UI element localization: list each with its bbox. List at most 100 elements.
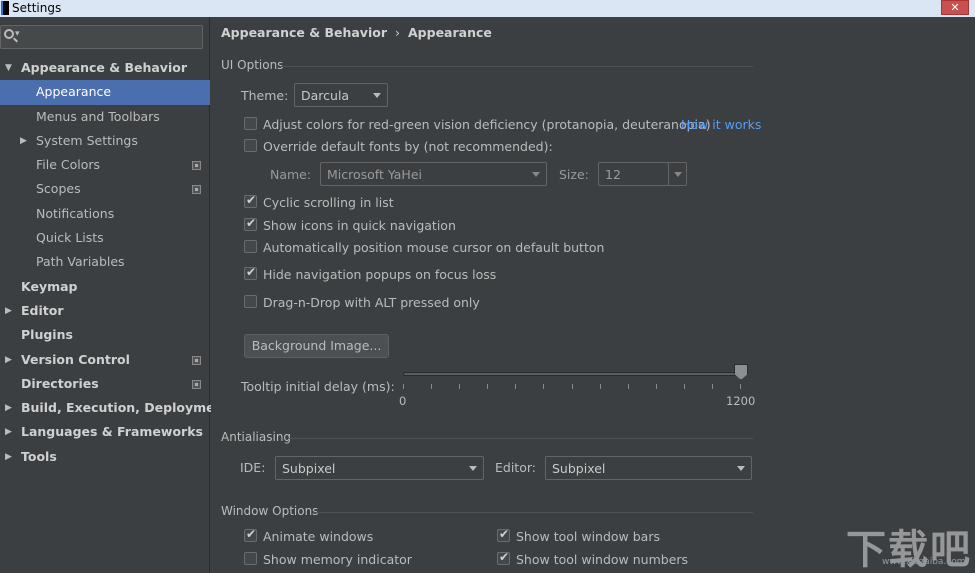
close-button[interactable]: ✕	[941, 0, 969, 15]
override-fonts-checkbox[interactable]	[244, 139, 257, 152]
sidebar-item[interactable]: Plugins	[0, 323, 210, 347]
sidebar-item[interactable]: ▶ Version Control	[0, 348, 210, 372]
window-title: Settings	[12, 1, 62, 15]
title-bar: Settings ✕	[0, 0, 975, 17]
font-name-select[interactable]: Microsoft YaHei	[320, 162, 547, 186]
show-icons-checkbox[interactable]	[244, 216, 257, 231]
search-field[interactable]: ▾	[0, 25, 203, 49]
search-input[interactable]	[25, 28, 195, 46]
chevron-right-icon[interactable]: ▶	[5, 445, 12, 469]
chevron-right-icon[interactable]: ▶	[5, 348, 12, 372]
ide-label: IDE:	[240, 460, 266, 475]
sidebar-item[interactable]: Directories	[0, 372, 210, 396]
ui-options-title: UI Options	[221, 58, 284, 72]
show-icons-label: Show icons in quick navigation	[263, 218, 456, 233]
sidebar-item-label: Directories	[21, 375, 99, 391]
sidebar-item[interactable]: ▶ Languages & Frameworks	[0, 420, 210, 444]
slider-max-label: 1200	[726, 394, 756, 408]
slider-tick	[431, 384, 433, 389]
sidebar-item-label: Appearance & Behavior	[21, 60, 187, 75]
breadcrumb: Appearance & Behavior › Appearance	[221, 25, 492, 40]
sidebar-item[interactable]: ▼ Appearance & Behavior	[0, 56, 210, 80]
theme-label: Theme:	[241, 88, 289, 103]
sidebar-item-label: Keymap	[21, 278, 78, 294]
theme-select[interactable]: Darcula	[294, 83, 388, 107]
ide-antialiasing-select[interactable]: Subpixel	[275, 456, 484, 480]
sidebar-item[interactable]: Appearance	[0, 80, 210, 105]
sidebar-item-label: File Colors	[36, 157, 101, 173]
ide-antialiasing-value: Subpixel	[282, 461, 336, 476]
drag-n-drop-label: Drag-n-Drop with ALT pressed only	[263, 295, 480, 310]
font-size-select[interactable]: 12	[598, 162, 687, 186]
breadcrumb-current: Appearance	[408, 25, 492, 40]
breadcrumb-separator: ›	[395, 25, 400, 40]
font-size-value: 12	[605, 167, 621, 182]
sidebar-item[interactable]: Menus and Toolbars	[0, 105, 210, 129]
sidebar-item-label: Tools	[21, 448, 57, 464]
animate-windows-checkbox[interactable]	[244, 527, 257, 542]
tool-window-bars-checkbox[interactable]	[497, 527, 510, 542]
background-image-button[interactable]: Background Image...	[244, 334, 389, 358]
sidebar-item-label: Languages & Frameworks	[21, 424, 203, 440]
chevron-right-icon[interactable]: ▶	[5, 420, 12, 444]
slider-tick	[599, 384, 601, 389]
auto-mouse-cursor-label: Automatically position mouse cursor on d…	[263, 240, 605, 255]
tool-window-bars-label: Show tool window bars	[516, 529, 660, 544]
chevron-down-icon	[668, 163, 686, 185]
tool-window-numbers-label: Show tool window numbers	[516, 552, 689, 567]
font-size-label: Size:	[559, 167, 589, 182]
window-options-separator	[313, 512, 753, 513]
sidebar-item[interactable]: File Colors	[0, 153, 210, 177]
watermark-url: www.xiazaiba.com	[882, 557, 966, 567]
search-history-icon[interactable]: ▾	[15, 29, 20, 39]
tool-window-numbers-checkbox[interactable]	[497, 550, 510, 565]
slider-min-label: 0	[399, 394, 407, 408]
cyclic-scrolling-label: Cyclic scrolling in list	[263, 195, 394, 210]
ui-options-separator	[280, 66, 753, 67]
slider-tick	[571, 384, 573, 389]
how-it-works-link[interactable]: How it works	[681, 117, 761, 132]
chevron-right-icon[interactable]: ▶	[5, 396, 12, 420]
sidebar-item-label: Notifications	[36, 205, 115, 221]
settings-sidebar: ▾ ▼ Appearance & Behavior Appearance Menus …	[0, 17, 229, 573]
animate-windows-label: Animate windows	[263, 529, 374, 544]
sidebar-item-label: Editor	[21, 302, 64, 318]
override-fonts-label: Override default fonts by (not recommend…	[263, 139, 553, 154]
sidebar-item[interactable]: ▶ Build, Execution, Deployment	[0, 396, 229, 420]
sidebar-item[interactable]: ▶ Tools	[0, 445, 210, 469]
sidebar-item[interactable]: ▶ System Settings	[0, 129, 210, 153]
chevron-down-icon[interactable]: ▼	[5, 56, 12, 80]
theme-value: Darcula	[301, 88, 350, 103]
slider-tick	[655, 384, 657, 389]
drag-n-drop-checkbox[interactable]	[244, 295, 257, 308]
editor-antialiasing-select[interactable]: Subpixel	[545, 456, 752, 480]
cyclic-scrolling-checkbox[interactable]	[244, 193, 257, 208]
tooltip-delay-slider[interactable]	[403, 372, 741, 376]
antialiasing-title: Antialiasing	[221, 430, 292, 444]
sidebar-item[interactable]: Notifications	[0, 202, 210, 226]
breadcrumb-parent[interactable]: Appearance & Behavior	[221, 25, 387, 40]
sidebar-item-label: Quick Lists	[36, 230, 104, 246]
sidebar-item[interactable]: ▶ Editor	[0, 299, 210, 323]
hide-nav-popups-checkbox[interactable]	[244, 265, 257, 280]
tooltip-delay-label: Tooltip initial delay (ms):	[241, 379, 395, 394]
slider-thumb[interactable]	[734, 364, 748, 380]
adjust-colors-checkbox[interactable]	[244, 117, 257, 130]
sidebar-item[interactable]: Path Variables	[0, 250, 210, 274]
adjust-colors-label: Adjust colors for red-green vision defic…	[263, 117, 711, 132]
sidebar-item-label: Path Variables	[36, 254, 125, 270]
sidebar-item[interactable]: Keymap	[0, 275, 210, 299]
slider-tick	[515, 384, 517, 389]
sidebar-item[interactable]: Quick Lists	[0, 226, 210, 250]
chevron-down-icon	[532, 172, 540, 177]
auto-mouse-cursor-checkbox[interactable]	[244, 240, 257, 253]
sidebar-item[interactable]: Scopes	[0, 177, 210, 201]
chevron-right-icon[interactable]: ▶	[20, 129, 27, 153]
memory-indicator-checkbox[interactable]	[244, 552, 257, 565]
hide-nav-popups-label: Hide navigation popups on focus loss	[263, 267, 497, 282]
slider-tick	[403, 384, 404, 389]
chevron-down-icon	[373, 93, 381, 98]
chevron-right-icon[interactable]: ▶	[5, 299, 12, 323]
font-name-label: Name:	[270, 167, 312, 182]
chevron-down-icon	[737, 466, 745, 471]
